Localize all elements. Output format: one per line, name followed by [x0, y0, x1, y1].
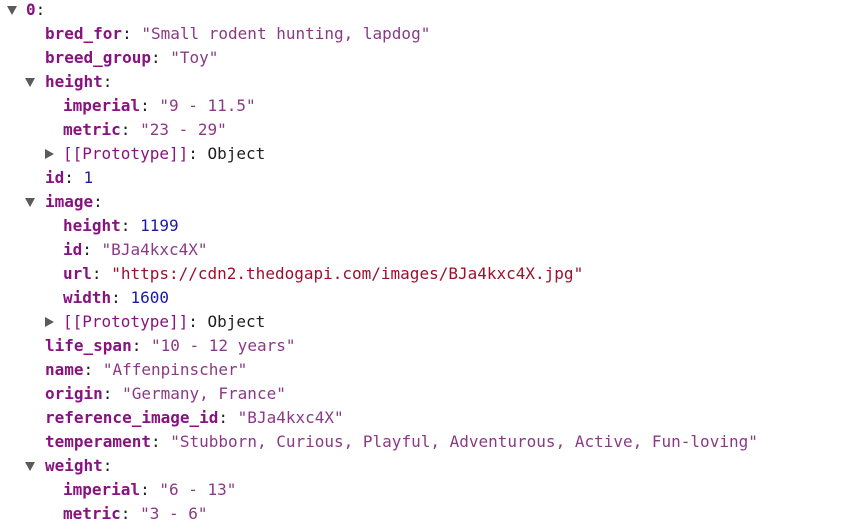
property-key: metric [63, 504, 121, 523]
property-key: image [45, 192, 94, 211]
property-key: id [45, 168, 65, 187]
property-key: life_span [45, 336, 132, 355]
property-value: 1199 [140, 216, 179, 235]
property-value: 1 [83, 168, 94, 187]
property-key: reference_image_id [45, 408, 219, 427]
property-key: imperial [63, 480, 141, 499]
property-value: Object [207, 144, 266, 163]
property-value: "9 - 11.5" [159, 96, 256, 115]
property-key: url [63, 264, 92, 283]
property-value-link[interactable]: "https://cdn2.thedogapi.com/images/BJa4k… [111, 264, 583, 283]
property-value: "Stubborn, Curious, Playful, Adventurous… [170, 432, 758, 451]
property-key: metric [63, 120, 121, 139]
property-value: "Toy" [170, 48, 219, 67]
property-value: "BJa4kxc4X" [237, 408, 344, 427]
property-key: width [63, 288, 112, 307]
property-key: 0 [26, 0, 36, 19]
property-key: height [45, 72, 103, 91]
property-key: temperament [45, 432, 151, 451]
property-value: "Small rodent hunting, lapdog" [141, 24, 431, 43]
property-value: "Affenpinscher" [102, 360, 248, 379]
property-key: name [45, 360, 84, 379]
expand-triangle-icon[interactable] [25, 462, 35, 471]
property-key: height [63, 216, 121, 235]
property-value: "6 - 13" [159, 480, 237, 499]
property-key: id [63, 240, 83, 259]
collapse-triangle-icon[interactable] [45, 149, 54, 159]
property-value: "3 - 6" [140, 504, 208, 523]
property-key: breed_group [45, 48, 151, 67]
property-key: imperial [63, 96, 141, 115]
expand-triangle-icon[interactable] [25, 198, 35, 207]
property-key: bred_for [45, 24, 123, 43]
expand-triangle-icon[interactable] [7, 6, 17, 15]
property-value: Object [207, 312, 266, 331]
property-value: "10 - 12 years" [150, 336, 296, 355]
property-value: 1600 [130, 288, 169, 307]
property-value: "23 - 29" [140, 120, 227, 139]
console-object-tree: 0: bred_for: "Small rodent hunting, lapd… [0, 0, 844, 525]
expand-triangle-icon[interactable] [25, 78, 35, 87]
property-key: [[Prototype]] [63, 144, 189, 163]
property-key: weight [45, 456, 103, 475]
property-key: origin [45, 384, 103, 403]
property-value: "Germany, France" [122, 384, 286, 403]
collapse-triangle-icon[interactable] [45, 317, 54, 327]
property-key: [[Prototype]] [63, 312, 189, 331]
colon: : [35, 0, 46, 19]
property-value: "BJa4kxc4X" [101, 240, 208, 259]
